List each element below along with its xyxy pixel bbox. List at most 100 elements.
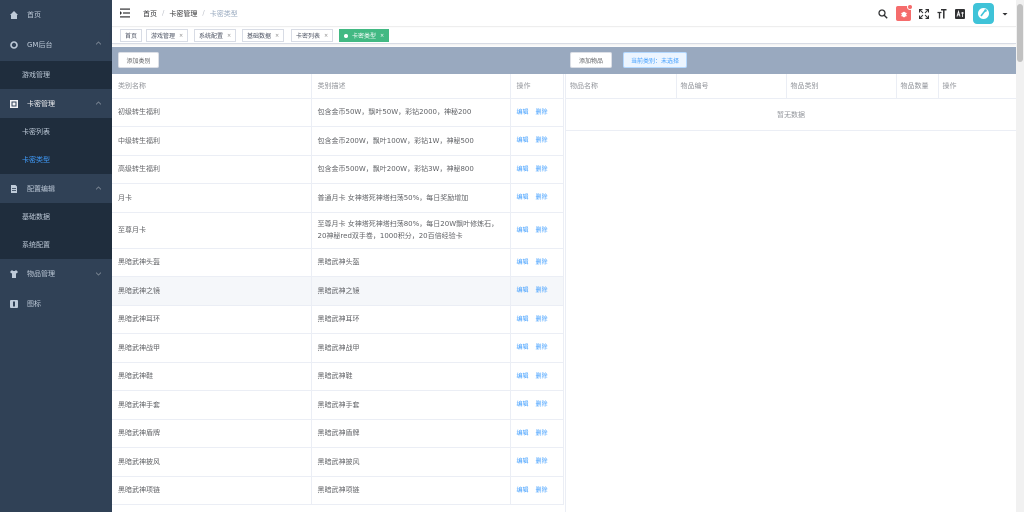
tag-game-manage[interactable]: 游戏管理 ×	[146, 29, 189, 42]
actions-cell: 编辑 删除	[510, 419, 564, 448]
current-category-button[interactable]: 当前类别：未选择	[623, 52, 687, 68]
edit-link[interactable]: 编辑	[517, 487, 529, 494]
edit-link[interactable]: 编辑	[517, 166, 529, 173]
sidebar-item-icons[interactable]: 图标	[0, 289, 112, 318]
scrollbar[interactable]	[1016, 0, 1024, 512]
delete-link[interactable]: 删除	[536, 344, 548, 351]
table-row[interactable]: 至尊月卡 至尊月卡 女神塔死神塔扫荡80%，每日20W飘叶修炼石，20神秘red双…	[112, 212, 564, 249]
tags-view: 首页 游戏管理 × 系统配置 × 基础数据 × 卡密列表 × 卡密类型 ×	[112, 28, 1016, 44]
delete-link[interactable]: 删除	[536, 194, 548, 201]
sidebar-item-card[interactable]: 卡密管理	[0, 89, 112, 118]
fullscreen-icon[interactable]	[919, 8, 929, 19]
table-row[interactable]: 中级转生福利 包含金币200W，飘叶100W，彩钻1W，神秘500 编辑 删除	[112, 126, 564, 156]
sidebar-item-base-data[interactable]: 基础数据	[0, 203, 112, 231]
edit-link[interactable]: 编辑	[517, 401, 529, 408]
table-row[interactable]: 黑暗武神耳环 黑暗武神耳环 编辑 删除	[112, 305, 564, 334]
avatar[interactable]	[973, 3, 994, 24]
search-icon[interactable]	[878, 8, 888, 19]
category-name-cell: 黑暗武神之镜	[112, 276, 312, 306]
table-row[interactable]: 黑暗武神头盔 黑暗武神头盔 编辑 删除	[112, 248, 564, 277]
edit-link[interactable]: 编辑	[517, 194, 529, 201]
sidebar-item-card-type[interactable]: 卡密类型	[0, 146, 112, 174]
table-row[interactable]: 高级转生福利 包含金币500W，飘叶200W，彩钻3W，神秘800 编辑 删除	[112, 155, 564, 184]
document-icon	[10, 184, 18, 193]
category-name-cell: 黑暗武神耳环	[112, 305, 312, 334]
delete-link[interactable]: 删除	[536, 401, 548, 408]
sidebar-item-label: 配置编辑	[27, 184, 55, 193]
font-size-icon[interactable]	[937, 8, 947, 19]
actions-cell: 编辑 删除	[510, 155, 564, 184]
bug-icon[interactable]	[896, 4, 913, 21]
add-item-button[interactable]: 添加物品	[570, 52, 612, 68]
language-icon[interactable]	[955, 8, 965, 19]
edit-link[interactable]: 编辑	[517, 373, 529, 380]
edit-link[interactable]: 编辑	[517, 137, 529, 144]
delete-link[interactable]: 删除	[536, 487, 548, 494]
edit-link[interactable]: 编辑	[517, 430, 529, 437]
delete-link[interactable]: 删除	[536, 458, 548, 465]
tag-system-config[interactable]: 系统配置 ×	[194, 29, 237, 42]
delete-link[interactable]: 删除	[536, 373, 548, 380]
category-name-cell: 黑暗武神盾牌	[112, 419, 312, 448]
tag-card-type[interactable]: 卡密类型 ×	[339, 29, 390, 42]
delete-link[interactable]: 删除	[536, 109, 548, 116]
sidebar-item-config[interactable]: 配置编辑	[0, 174, 112, 203]
delete-link[interactable]: 删除	[536, 137, 548, 144]
table-row[interactable]: 黑暗武神盾牌 黑暗武神盾牌 编辑 删除	[112, 419, 564, 448]
scrollbar-thumb[interactable]	[1017, 4, 1023, 62]
sidebar-item-game-manage[interactable]: 游戏管理	[0, 61, 112, 89]
close-icon[interactable]: ×	[324, 33, 328, 39]
close-icon[interactable]: ×	[380, 33, 384, 39]
edit-link[interactable]: 编辑	[517, 259, 529, 266]
tag-home[interactable]: 首页	[120, 29, 143, 42]
tag-card-list[interactable]: 卡密列表 ×	[291, 29, 334, 42]
table-row[interactable]: 初级转生福利 包含金币50W，飘叶50W，彩钻2000，神秘200 编辑 删除	[112, 98, 564, 127]
sidebar-item-home[interactable]: 首页	[0, 0, 112, 29]
breadcrumb-current: 卡密类型	[209, 10, 238, 18]
category-name-cell: 黑暗武神披风	[112, 447, 312, 477]
sidebar-item-goods[interactable]: 物品管理	[0, 259, 112, 289]
close-icon[interactable]: ×	[227, 33, 231, 39]
sidebar: 首页 GM后台 游戏管理 卡密管理 卡密列表 卡密类型 配置编辑 基础数据 系统…	[0, 0, 112, 512]
table-row[interactable]: 黑暗武神之镜 黑暗武神之镜 编辑 删除	[112, 276, 564, 306]
edit-link[interactable]: 编辑	[517, 316, 529, 323]
table-row[interactable]: 黑暗武神项链 黑暗武神项链 编辑 删除	[112, 476, 564, 505]
category-desc-cell: 黑暗武神头盔	[311, 248, 511, 277]
delete-link[interactable]: 删除	[536, 166, 548, 173]
sidebar-item-card-list[interactable]: 卡密列表	[0, 118, 112, 146]
sidebar-item-system-config[interactable]: 系统配置	[0, 231, 112, 259]
add-category-button[interactable]: 添加类别	[118, 52, 159, 68]
table-row[interactable]: 黑暗武神披风 黑暗武神披风 编辑 删除	[112, 447, 564, 477]
sidebar-item-gm[interactable]: GM后台	[0, 29, 112, 61]
delete-link[interactable]: 删除	[536, 287, 548, 294]
breadcrumb-card[interactable]: 卡密管理	[169, 9, 197, 19]
edit-link[interactable]: 编辑	[517, 458, 529, 465]
hamburger-icon[interactable]	[120, 8, 131, 18]
table-row[interactable]: 黑暗武神手套 黑暗武神手套 编辑 删除	[112, 390, 564, 420]
delete-link[interactable]: 删除	[536, 259, 548, 266]
table-row[interactable]: 黑暗武神战甲 黑暗武神战甲 编辑 删除	[112, 333, 564, 363]
close-icon[interactable]: ×	[275, 33, 279, 39]
edit-link[interactable]: 编辑	[517, 227, 529, 234]
table-row[interactable]: 月卡 普通月卡 女神塔死神塔扫荡50%，每日奖励增加 编辑 删除	[112, 183, 564, 213]
category-desc-cell: 包含金币500W，飘叶200W，彩钻3W，神秘800	[311, 155, 511, 184]
category-name-cell: 黑暗武神头盔	[112, 248, 312, 277]
category-desc-cell: 黑暗武神盾牌	[311, 419, 511, 448]
navbar: 首页 / 卡密管理 / 卡密类型	[112, 0, 1016, 27]
edit-link[interactable]: 编辑	[517, 344, 529, 351]
edit-link[interactable]: 编辑	[517, 109, 529, 116]
table-row[interactable]: 黑暗武神鞋 黑暗武神鞋 编辑 删除	[112, 362, 564, 391]
close-icon[interactable]: ×	[179, 33, 183, 39]
breadcrumb-home[interactable]: 首页	[143, 9, 157, 19]
edit-link[interactable]: 编辑	[517, 287, 529, 294]
sidebar-item-label: GM后台	[27, 41, 53, 49]
delete-link[interactable]: 删除	[536, 316, 548, 323]
breadcrumb: 首页 / 卡密管理 / 卡密类型	[143, 9, 238, 19]
tag-base-data[interactable]: 基础数据 ×	[242, 29, 285, 42]
delete-link[interactable]: 删除	[536, 430, 548, 437]
caret-down-icon[interactable]	[1002, 9, 1008, 19]
actions-cell: 编辑 删除	[510, 362, 564, 391]
sidebar-item-label: 首页	[27, 10, 41, 19]
column-header: 操作	[510, 74, 564, 99]
delete-link[interactable]: 删除	[536, 227, 548, 234]
